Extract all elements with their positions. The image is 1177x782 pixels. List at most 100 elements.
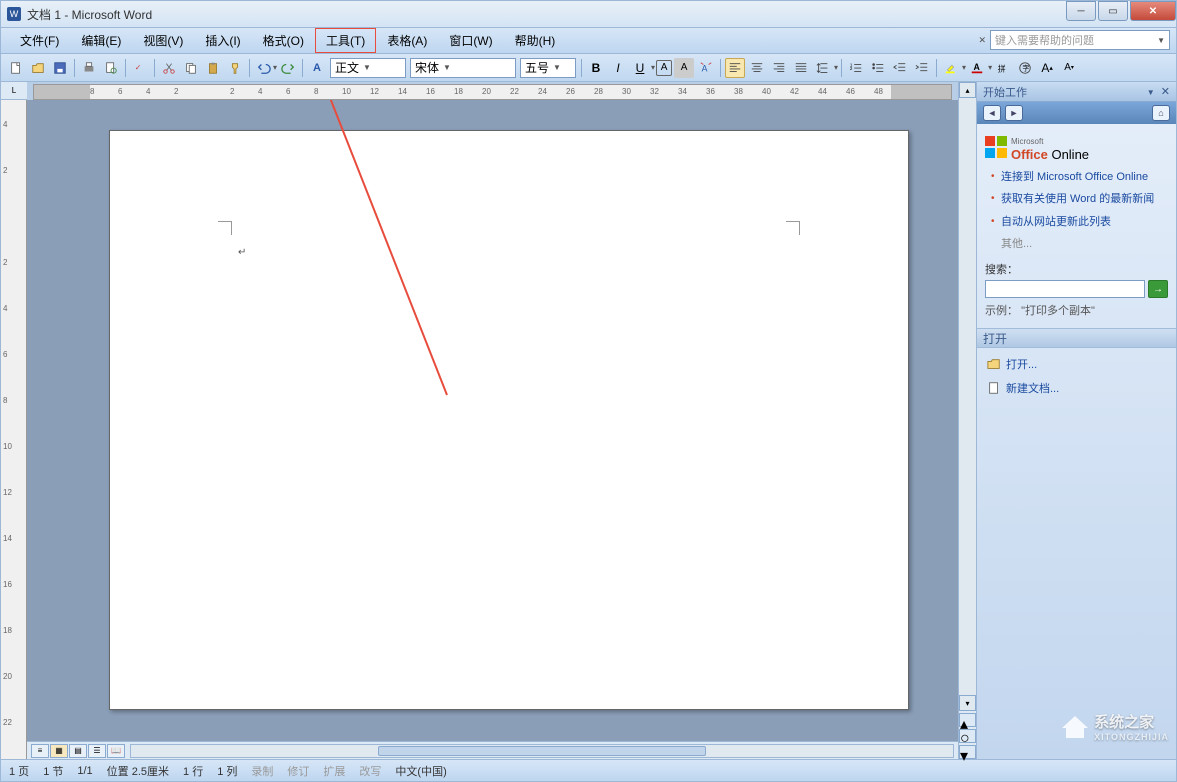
font-combo[interactable]: 宋体▼ [410, 58, 516, 78]
horizontal-ruler[interactable]: 8642246810121416182022242628303234363840… [33, 84, 952, 100]
grow-font-icon[interactable]: A▴ [1037, 58, 1057, 78]
status-rev[interactable]: 修订 [287, 763, 309, 779]
next-page-icon[interactable]: ▾ [959, 745, 976, 759]
menu-table[interactable]: 表格(A) [376, 28, 438, 53]
status-bar: 1 页 1 节 1/1 位置 2.5厘米 1 行 1 列 录制 修订 扩展 改写… [0, 760, 1177, 782]
link-connect-office[interactable]: 连接到 Microsoft Office Online [991, 170, 1168, 184]
save-icon[interactable] [50, 58, 70, 78]
normal-view-icon[interactable]: ≡ [31, 744, 49, 758]
link-other[interactable]: 其他... [991, 237, 1168, 251]
document-page[interactable]: ↵ [109, 130, 909, 710]
status-pages: 1/1 [77, 765, 92, 777]
minimize-button[interactable]: ─ [1066, 1, 1096, 21]
spelling-icon[interactable]: ✓ [130, 58, 150, 78]
menu-view[interactable]: 视图(V) [132, 28, 194, 53]
search-go-button[interactable]: → [1148, 280, 1168, 298]
status-page: 1 页 [9, 763, 29, 779]
vertical-scrollbar[interactable]: ▴ ▾ ▴ ○ ▾ [958, 82, 976, 759]
web-layout-view-icon[interactable]: ▤ [69, 744, 87, 758]
bold-icon[interactable]: B [586, 58, 606, 78]
line-spacing-icon[interactable] [813, 58, 833, 78]
spacing-dropdown-icon[interactable]: ▾ [834, 63, 838, 72]
ruler-corner: L [1, 82, 27, 100]
status-ext[interactable]: 扩展 [323, 763, 345, 779]
scroll-down-icon[interactable]: ▾ [959, 695, 976, 711]
help-search-box[interactable]: 键入需要帮助的问题 ▼ [990, 30, 1170, 50]
horizontal-scrollbar[interactable] [130, 744, 954, 758]
style-a-icon[interactable]: A [307, 58, 327, 78]
char-shading-icon[interactable]: A [674, 58, 694, 78]
reading-view-icon[interactable]: 📖 [107, 744, 125, 758]
redo-icon[interactable] [278, 58, 298, 78]
nav-back-icon[interactable]: ◄ [983, 105, 1001, 121]
underline-dropdown-icon[interactable]: ▾ [651, 63, 655, 72]
numbering-icon[interactable]: 12 [846, 58, 866, 78]
scroll-up-icon[interactable]: ▴ [959, 82, 976, 98]
menu-format[interactable]: 格式(O) [252, 28, 315, 53]
font-color-dropdown-icon[interactable]: ▾ [988, 63, 992, 72]
font-color-icon[interactable]: A [967, 58, 987, 78]
menu-tools[interactable]: 工具(T) [315, 28, 376, 53]
maximize-button[interactable]: ▭ [1098, 1, 1128, 21]
format-painter-icon[interactable] [225, 58, 245, 78]
menu-edit[interactable]: 编辑(E) [70, 28, 132, 53]
taskpane-close-icon[interactable]: ✕ [1161, 86, 1170, 98]
paste-icon[interactable] [203, 58, 223, 78]
menu-file[interactable]: 文件(F) [9, 28, 70, 53]
nav-forward-icon[interactable]: ► [1005, 105, 1023, 121]
new-doc-icon[interactable] [6, 58, 26, 78]
enclose-char-icon[interactable]: 字 [1015, 58, 1035, 78]
svg-text:✓: ✓ [135, 62, 142, 71]
cut-icon[interactable] [159, 58, 179, 78]
pinyin-icon[interactable]: 拼 [993, 58, 1013, 78]
align-right-icon[interactable] [769, 58, 789, 78]
status-line: 1 行 [183, 763, 203, 779]
left-ruler-strip: L 42246810121416182022 [1, 82, 27, 759]
outline-view-icon[interactable]: ☰ [88, 744, 106, 758]
search-label: 搜索： [985, 261, 1168, 277]
menu-window[interactable]: 窗口(W) [438, 28, 503, 53]
print-icon[interactable] [79, 58, 99, 78]
copy-icon[interactable] [181, 58, 201, 78]
highlight-dropdown-icon[interactable]: ▾ [962, 63, 966, 72]
browse-object-icon[interactable]: ○ [959, 729, 976, 743]
font-size-combo[interactable]: 五号▼ [520, 58, 576, 78]
align-left-icon[interactable] [725, 58, 745, 78]
print-preview-icon[interactable] [101, 58, 121, 78]
bullets-icon[interactable] [868, 58, 888, 78]
status-language[interactable]: 中文(中国) [395, 763, 446, 779]
taskpane-dropdown-icon[interactable]: ▼ [1147, 88, 1155, 97]
align-justify-icon[interactable] [791, 58, 811, 78]
nav-home-icon[interactable]: ⌂ [1152, 105, 1170, 121]
increase-indent-icon[interactable] [912, 58, 932, 78]
status-rec[interactable]: 录制 [251, 763, 273, 779]
italic-icon[interactable]: I [608, 58, 628, 78]
close-button[interactable]: ✕ [1130, 1, 1176, 21]
decrease-indent-icon[interactable] [890, 58, 910, 78]
char-scaling-icon[interactable]: A [696, 58, 716, 78]
open-icon[interactable] [28, 58, 48, 78]
taskpane-search-input[interactable] [985, 280, 1145, 298]
menu-insert[interactable]: 插入(I) [194, 28, 251, 53]
print-layout-view-icon[interactable]: ▦ [50, 744, 68, 758]
undo-icon[interactable] [254, 58, 274, 78]
open-file-link[interactable]: 打开... [985, 352, 1168, 376]
shrink-font-icon[interactable]: A▾ [1059, 58, 1079, 78]
link-word-news[interactable]: 获取有关使用 Word 的最新新闻 [991, 192, 1168, 206]
status-column: 1 列 [217, 763, 237, 779]
align-center-icon[interactable] [747, 58, 767, 78]
new-document-link[interactable]: 新建文档... [985, 376, 1168, 400]
highlight-icon[interactable] [941, 58, 961, 78]
undo-dropdown-icon[interactable]: ▾ [273, 63, 277, 72]
underline-icon[interactable]: U [630, 58, 650, 78]
prev-page-icon[interactable]: ▴ [959, 713, 976, 727]
char-border-icon[interactable]: A [656, 60, 672, 76]
page-area[interactable]: ↵ [27, 100, 958, 741]
menu-help[interactable]: 帮助(H) [504, 28, 567, 53]
link-update-list[interactable]: 自动从网站更新此列表 [991, 215, 1168, 229]
status-ovr[interactable]: 改写 [359, 763, 381, 779]
view-buttons-bar: ≡ ▦ ▤ ☰ 📖 [27, 741, 958, 759]
vertical-ruler[interactable]: 42246810121416182022 [1, 100, 27, 759]
style-combo[interactable]: 正文▼ [330, 58, 406, 78]
doc-close-icon[interactable]: ✕ [978, 35, 986, 46]
